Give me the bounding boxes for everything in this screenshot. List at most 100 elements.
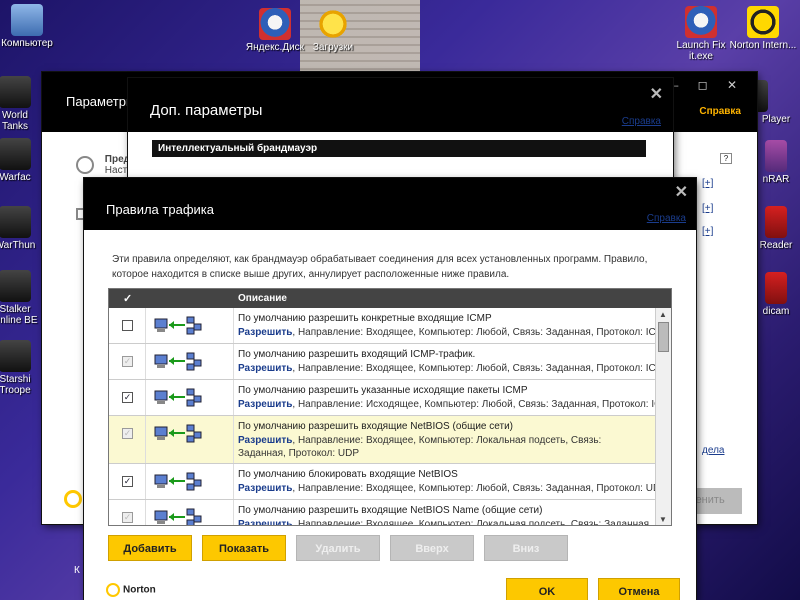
rules-help-link[interactable]: Справка: [647, 213, 686, 224]
game-icon: [0, 138, 31, 170]
network-rule-icon: [154, 508, 202, 525]
rule-checkbox[interactable]: ✓: [122, 428, 133, 439]
add-button[interactable]: Добавить: [108, 535, 192, 561]
params-row-title: Пред: [104, 154, 130, 165]
desktop-icon-bandicam[interactable]: dicam: [752, 272, 800, 317]
cancel-button[interactable]: Отмена: [598, 578, 680, 600]
row-icon-cell: [146, 500, 234, 525]
rules-window-header: Правила трафика ✕: [84, 178, 696, 230]
rule-title: По умолчанию блокировать входящие NetBIO…: [238, 469, 458, 480]
move-down-button[interactable]: Вниз: [484, 535, 568, 561]
rule-checkbox[interactable]: [122, 320, 133, 331]
rule-checkbox[interactable]: ✓: [122, 512, 133, 523]
table-row[interactable]: По умолчанию разрешить конкретные входящ…: [109, 308, 671, 344]
desktop-icon-label: Starshi Troope: [0, 374, 31, 396]
delete-button[interactable]: Удалить: [296, 535, 380, 561]
network-rule-icon: [154, 424, 202, 443]
downloads-icon: [317, 8, 349, 40]
window-controls[interactable]: ‒ ◻ ✕: [672, 78, 745, 92]
desktop-icon-label: Launch Fix it.exe: [676, 40, 726, 62]
norton-check-icon: [106, 583, 120, 597]
network-rule-icon: [154, 352, 202, 371]
desktop-icon-label: Norton Intern...: [729, 40, 797, 51]
help-question-icon[interactable]: ?: [720, 153, 732, 164]
desktop-icon-label: Яндекс.Диск: [245, 42, 305, 53]
desktop-icon-world-tanks[interactable]: World Tanks: [0, 76, 40, 132]
rule-detail-text: , Направление: Исходящее, Компьютер: Люб…: [292, 399, 672, 410]
block-icon: [76, 156, 94, 174]
rule-title: По умолчанию разрешить конкретные входящ…: [238, 313, 492, 324]
game-icon: [0, 270, 31, 302]
expand-link-3[interactable]: [+]: [702, 226, 713, 237]
desktop-icon-label: Reader: [759, 240, 793, 251]
table-row[interactable]: ✓ По умолчанию разрешить входящие NetBIOS…: [109, 500, 657, 526]
desktop-icon-starship[interactable]: Starshi Troope: [0, 340, 40, 396]
desktop-icon-reader[interactable]: Reader: [752, 206, 800, 251]
table-row[interactable]: ✓ По умолчанию разрешить входящий ICMP-тр…: [109, 344, 671, 380]
desktop-icon-label: World Tanks: [1, 110, 29, 132]
rules-description: Эти правила определяют, как брандмауэр о…: [112, 254, 648, 280]
rule-detail-text: , Направление: Входящее, Компьютер: Любо…: [292, 483, 667, 494]
rule-checkbox[interactable]: ✓: [122, 392, 133, 403]
row-check-cell: ✓: [109, 416, 146, 463]
ok-button[interactable]: OK: [506, 578, 588, 600]
row-icon-cell: [146, 308, 234, 343]
table-row[interactable]: ✓ По умолчанию разрешить указанные исходя…: [109, 380, 671, 416]
firewall-section-bar: Интеллектуальный брандмауэр: [152, 140, 646, 157]
desktop-icon-norton[interactable]: Norton Intern...: [728, 6, 798, 51]
desktop-icon-fixit[interactable]: Launch Fix it.exe: [666, 6, 736, 62]
section-link[interactable]: дела: [702, 445, 724, 456]
rule-details: Разрешить, Направление: Входящее, Компью…: [238, 519, 652, 526]
table-scrollbar[interactable]: ▲ ▼: [655, 308, 671, 525]
rule-checkbox[interactable]: ✓: [122, 476, 133, 487]
table-rows: По умолчанию разрешить конкретные входящ…: [109, 308, 671, 526]
rule-title: По умолчанию разрешить входящие NetBIOS …: [238, 505, 543, 516]
desktop-icon-label: nRAR: [762, 174, 790, 185]
yandex-disk-icon: [259, 8, 291, 40]
desktop-icon-label: dicam: [762, 306, 790, 317]
desktop-icon-label: Stalker Online BE: [0, 304, 38, 326]
header-description: Описание: [238, 293, 287, 304]
dop-help-link[interactable]: Справка: [622, 116, 661, 127]
show-button[interactable]: Показать: [202, 535, 286, 561]
params-help-link[interactable]: Справка: [699, 106, 741, 117]
expand-link-2[interactable]: [+]: [702, 203, 713, 214]
desktop-icon-warthunder[interactable]: WarThun: [0, 206, 40, 251]
scroll-down-icon[interactable]: ▼: [659, 515, 667, 524]
reader-icon: [765, 206, 787, 238]
rule-detail-text: , Направление: Входящее, Компьютер: Лока…: [292, 519, 652, 526]
desktop-icon-label: Warfac: [0, 172, 31, 183]
scroll-thumb[interactable]: [658, 322, 669, 352]
desktop-icon-label: Загрузки: [312, 42, 354, 53]
desktop-icon-computer[interactable]: Компьютер: [0, 4, 62, 49]
desktop-icon-winrar[interactable]: nRAR: [752, 140, 800, 185]
header-check: ✓: [123, 293, 133, 305]
desktop-icon-stalker[interactable]: Stalker Online BE: [0, 270, 40, 326]
desktop-icon-label: WarThun: [0, 240, 36, 251]
desktop-icon-player[interactable]: Player: [752, 80, 800, 125]
rule-title: По умолчанию разрешить входящие NetBIOS …: [238, 421, 513, 432]
traffic-rules-window: Правила трафика ✕ Справка Эти правила оп…: [84, 178, 696, 600]
rule-title: По умолчанию разрешить входящий ICMP-тра…: [238, 349, 476, 360]
table-row[interactable]: ✓ По умолчанию разрешить входящие NetBIOS…: [109, 416, 657, 464]
rule-action: Разрешить: [238, 519, 293, 526]
rule-checkbox[interactable]: ✓: [122, 356, 133, 367]
table-row[interactable]: ✓ По умолчанию блокировать входящие NetBI…: [109, 464, 667, 500]
move-up-button[interactable]: Вверх: [390, 535, 474, 561]
table-header: ✓ Описание: [109, 289, 671, 308]
expand-link-1[interactable]: [+]: [702, 178, 713, 189]
desktop-icon-warface[interactable]: Warfac: [0, 138, 40, 183]
desktop-icon-label: Player: [761, 114, 791, 125]
close-icon[interactable]: ✕: [675, 182, 688, 202]
row-check-cell: ✓: [109, 344, 146, 379]
params-window-title: Параметры: [66, 94, 136, 109]
desktop-icon-downloads[interactable]: Загрузки: [298, 8, 368, 53]
norton-brand: Norton: [123, 584, 156, 596]
row-check-cell: ✓: [109, 500, 146, 525]
scroll-up-icon[interactable]: ▲: [659, 310, 667, 319]
close-icon[interactable]: ✕: [650, 84, 663, 104]
rule-details: Разрешить, Направление: Исходящее, Компь…: [238, 399, 672, 410]
row-icon-cell: [146, 380, 234, 415]
rules-table: ✓ Описание По умолчанию разрешить конкре…: [108, 288, 672, 526]
rule-action: Разрешить: [238, 399, 293, 410]
